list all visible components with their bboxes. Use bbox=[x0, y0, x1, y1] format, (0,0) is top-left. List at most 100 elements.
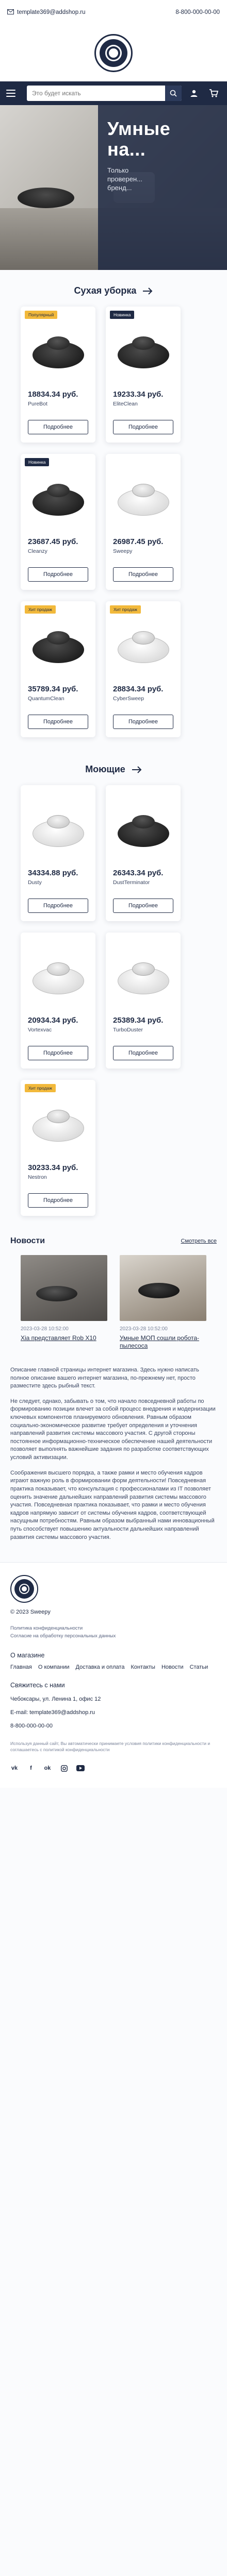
header-logo-area bbox=[0, 25, 227, 81]
section-wet-label[interactable]: Моющие bbox=[85, 764, 125, 775]
user-icon[interactable] bbox=[187, 86, 201, 101]
product-more-button[interactable]: Подробнее bbox=[28, 1193, 88, 1208]
product-badge: Хит продаж bbox=[25, 605, 56, 614]
product-image[interactable] bbox=[28, 469, 88, 530]
topbar-email[interactable]: template369@addshop.ru bbox=[7, 9, 86, 16]
footer-legal-links: Политика конфиденциальности Согласие на … bbox=[10, 1624, 217, 1640]
product-name[interactable]: EliteClean bbox=[113, 401, 173, 407]
hero-text: Только проверен... бренд... bbox=[107, 166, 142, 192]
footer-link-articles[interactable]: Статьи bbox=[190, 1664, 208, 1670]
product-name[interactable]: Sweepy bbox=[113, 548, 173, 554]
product-card[interactable]: Хит продаж 30233.34 руб. Nestron Подробнее bbox=[21, 1080, 95, 1216]
vk-icon[interactable]: vk bbox=[10, 1764, 19, 1772]
search-button[interactable] bbox=[165, 86, 182, 101]
product-card[interactable]: Популярный 18834.34 руб. PureBot Подробнее bbox=[21, 307, 95, 443]
product-name[interactable]: Cleanzy bbox=[28, 548, 88, 554]
news-item-title[interactable]: Умные МОП сошли робота-пылесоса bbox=[120, 1334, 206, 1350]
product-image[interactable] bbox=[113, 948, 173, 1009]
product-card[interactable]: 25389.34 руб. TurboDuster Подробнее bbox=[106, 933, 181, 1069]
product-card[interactable]: Хит продаж 35789.34 руб. QuantumClean Подро… bbox=[21, 601, 95, 737]
product-card[interactable]: 26343.34 руб. DustTerminator Подробнее bbox=[106, 785, 181, 921]
news-item[interactable]: 2023-03-28 10:52:00 Умные МОП сошли робо… bbox=[120, 1255, 206, 1350]
youtube-icon[interactable] bbox=[76, 1764, 85, 1772]
product-card[interactable]: Хит продаж 28834.34 руб. CyberSweep Подробн… bbox=[106, 601, 181, 737]
footer-privacy-link[interactable]: Политика конфиденциальности bbox=[10, 1624, 217, 1632]
arrow-right-icon[interactable] bbox=[142, 287, 153, 295]
product-name[interactable]: Dusty bbox=[28, 879, 88, 886]
navbar bbox=[0, 81, 227, 105]
product-name[interactable]: Vortexvac bbox=[28, 1027, 88, 1033]
product-image[interactable] bbox=[28, 948, 88, 1009]
news-item[interactable]: 2023-03-28 10:52:00 Хіа представляет Rob… bbox=[21, 1255, 107, 1350]
section-dry-title[interactable]: Сухая уборка bbox=[0, 270, 227, 307]
product-more-button[interactable]: Подробнее bbox=[113, 899, 173, 913]
footer-nav: Главная О компании Доставка и оплата Кон… bbox=[10, 1664, 217, 1670]
menu-burger-icon[interactable] bbox=[6, 86, 22, 101]
odnoklassniki-icon[interactable]: ok bbox=[43, 1764, 52, 1772]
product-image[interactable] bbox=[28, 322, 88, 383]
product-more-button[interactable]: Подробнее bbox=[28, 567, 88, 582]
section-wet-title[interactable]: Моющие bbox=[0, 737, 227, 785]
product-name[interactable]: Nestron bbox=[28, 1174, 88, 1180]
news-image[interactable] bbox=[120, 1255, 206, 1321]
footer-link-home[interactable]: Главная bbox=[10, 1664, 32, 1670]
news-all-link[interactable]: Смотреть все bbox=[181, 1238, 217, 1244]
footer-consent-link[interactable]: Согласие на обработку персональных данны… bbox=[10, 1632, 217, 1640]
footer-link-about[interactable]: О компании bbox=[38, 1664, 70, 1670]
search-input[interactable] bbox=[32, 90, 165, 97]
product-image[interactable] bbox=[28, 617, 88, 677]
product-more-button[interactable]: Подробнее bbox=[113, 1046, 173, 1060]
product-card[interactable]: 34334.88 руб. Dusty Подробнее bbox=[21, 785, 95, 921]
logo[interactable] bbox=[94, 34, 133, 72]
product-image[interactable] bbox=[113, 617, 173, 677]
seo-paragraph: Описание главной страницы интернет магаз… bbox=[10, 1367, 199, 1389]
product-name[interactable]: PureBot bbox=[28, 401, 88, 407]
product-image[interactable] bbox=[113, 801, 173, 861]
product-more-button[interactable]: Подробнее bbox=[28, 715, 88, 729]
product-image[interactable] bbox=[113, 469, 173, 530]
footer-address: Чебоксары, ул. Ленина 1, офис 12 bbox=[10, 1696, 101, 1702]
footer-link-contacts[interactable]: Контакты bbox=[131, 1664, 155, 1670]
product-card[interactable]: Новинка 23687.45 руб. Cleanzy Подробнее bbox=[21, 454, 95, 590]
product-more-button[interactable]: Подробнее bbox=[28, 1046, 88, 1060]
product-name[interactable]: DustTerminator bbox=[113, 879, 173, 886]
facebook-icon[interactable]: f bbox=[27, 1764, 35, 1772]
footer-link-delivery[interactable]: Доставка и оплата bbox=[76, 1664, 125, 1670]
product-price: 28834.34 руб. bbox=[113, 685, 164, 693]
product-image[interactable] bbox=[113, 322, 173, 383]
topbar-email-text[interactable]: template369@addshop.ru bbox=[17, 9, 86, 15]
product-image[interactable] bbox=[28, 1095, 88, 1156]
footer-copyright: © 2023 Sweepy bbox=[10, 1609, 51, 1616]
robot-vacuum-image bbox=[117, 962, 169, 994]
news-image[interactable] bbox=[21, 1255, 107, 1321]
product-card[interactable]: 26987.45 руб. Sweepy Подробнее bbox=[106, 454, 181, 590]
wet-products-grid: 34334.88 руб. Dusty Подробнее 26343.34 руб.… bbox=[0, 785, 227, 1216]
hero-banner[interactable]: Умные на... Только проверен... бренд... bbox=[0, 105, 227, 270]
footer-link-news[interactable]: Новости bbox=[161, 1664, 184, 1670]
product-more-button[interactable]: Подробнее bbox=[28, 420, 88, 434]
product-name[interactable]: QuantumClean bbox=[28, 696, 88, 702]
news-item-title[interactable]: Хіа представляет Rob X10 bbox=[21, 1334, 107, 1342]
robot-vacuum-image bbox=[32, 815, 84, 847]
product-more-button[interactable]: Подробнее bbox=[113, 715, 173, 729]
product-card[interactable]: 20934.34 руб. Vortexvac Подробнее bbox=[21, 933, 95, 1069]
instagram-icon[interactable] bbox=[60, 1764, 68, 1772]
arrow-right-icon[interactable] bbox=[132, 766, 142, 773]
product-more-button[interactable]: Подробнее bbox=[113, 420, 173, 434]
footer-phone[interactable]: 8-800-000-00-00 bbox=[10, 1723, 217, 1729]
product-badge: Новинка bbox=[110, 311, 135, 319]
cart-icon[interactable] bbox=[206, 86, 221, 101]
product-more-button[interactable]: Подробнее bbox=[113, 567, 173, 582]
product-image[interactable] bbox=[28, 801, 88, 861]
section-dry-label[interactable]: Сухая уборка bbox=[74, 285, 137, 296]
robot-vacuum-image bbox=[32, 962, 84, 994]
product-price: 30233.34 руб. bbox=[28, 1163, 78, 1172]
product-more-button[interactable]: Подробнее bbox=[28, 899, 88, 913]
product-name[interactable]: TurboDuster bbox=[113, 1027, 173, 1033]
footer-email[interactable]: E-mail: template369@addshop.ru bbox=[10, 1709, 217, 1716]
topbar-phone[interactable]: 8-800-000-00-00 bbox=[175, 9, 220, 15]
product-card[interactable]: Новинка 19233.34 руб. EliteClean Подробнее bbox=[106, 307, 181, 443]
footer-logo[interactable] bbox=[10, 1575, 38, 1603]
product-name[interactable]: CyberSweep bbox=[113, 696, 173, 702]
robot-vacuum-image bbox=[117, 815, 169, 847]
